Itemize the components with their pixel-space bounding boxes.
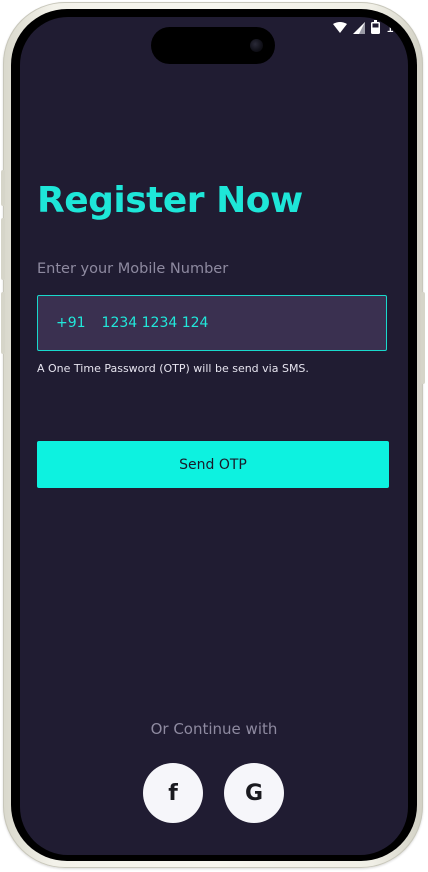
- send-otp-button[interactable]: Send OTP: [37, 441, 389, 488]
- country-code[interactable]: +91: [56, 315, 86, 331]
- google-icon: G: [244, 780, 264, 806]
- volume-up-button: [1, 170, 5, 206]
- dynamic-island: [151, 27, 275, 64]
- mobile-number-field[interactable]: +91: [37, 295, 387, 351]
- app-screen: 12:30 Register Now Enter your Mobile Num…: [20, 17, 408, 855]
- power-button: [421, 292, 425, 384]
- mobile-number-label: Enter your Mobile Number: [37, 261, 229, 277]
- page-title: Register Now: [37, 180, 303, 221]
- front-camera-icon: [250, 39, 263, 52]
- continue-with-label: Or Continue with: [150, 720, 278, 738]
- wifi-icon: [333, 19, 347, 38]
- cellular-signal-icon: [353, 19, 365, 38]
- battery-icon: [371, 19, 380, 38]
- google-login-button[interactable]: G: [224, 763, 284, 823]
- volume-down-button: [1, 218, 5, 280]
- facebook-icon: f: [168, 780, 178, 806]
- phone-number-input[interactable]: [101, 315, 352, 331]
- status-bar: 12:30: [333, 17, 408, 39]
- facebook-login-button[interactable]: f: [143, 763, 203, 823]
- status-time: 12:30: [386, 20, 408, 36]
- otp-hint-text: A One Time Password (OTP) will be send v…: [37, 362, 309, 375]
- volume-lower-button: [1, 292, 5, 354]
